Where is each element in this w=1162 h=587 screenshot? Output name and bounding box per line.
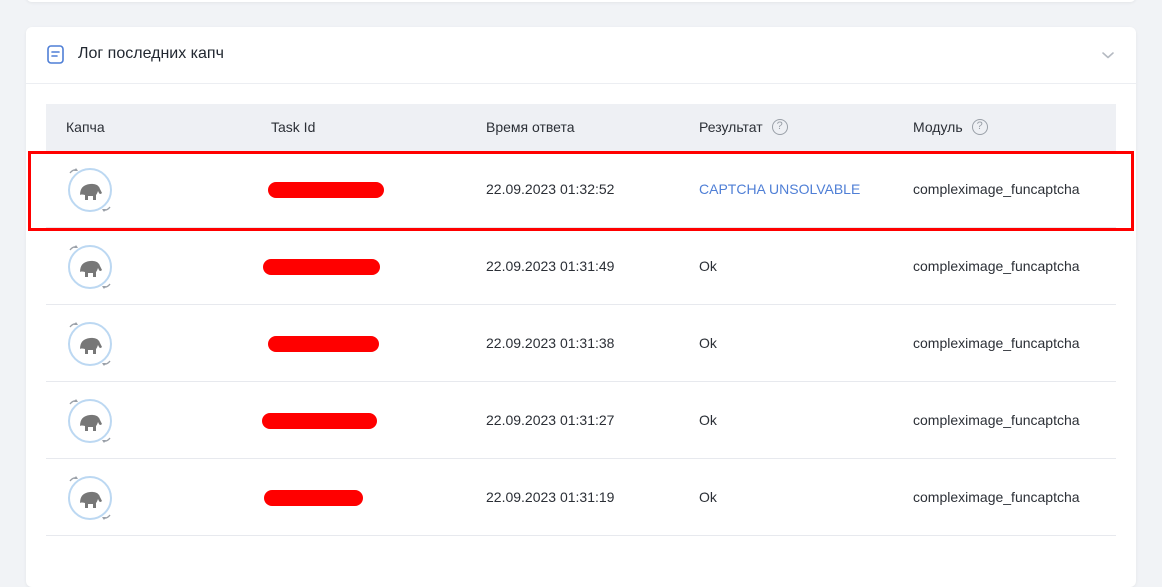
table-row[interactable]: 22.09.2023 01:31:38 Ok compleximage_func… — [46, 305, 1116, 382]
table-header: Капча Task Id Время ответа Результат ? М… — [46, 104, 1116, 151]
header-task-id: Task Id — [271, 119, 316, 135]
help-icon[interactable]: ? — [971, 119, 988, 135]
captcha-log-table: Капча Task Id Время ответа Результат ? М… — [46, 104, 1116, 536]
row-module: compleximage_funcaptcha — [913, 412, 1080, 428]
row-module: compleximage_funcaptcha — [913, 335, 1080, 351]
header-result: Результат ? — [699, 119, 788, 135]
help-icon[interactable]: ? — [771, 119, 788, 135]
row-result: Ok — [699, 412, 717, 428]
row-module: compleximage_funcaptcha — [913, 258, 1080, 274]
captcha-log-panel: Лог последних капч Капча Task Id Время о… — [26, 27, 1136, 587]
panel-header[interactable]: Лог последних капч — [26, 27, 1136, 84]
row-time: 22.09.2023 01:31:27 — [486, 412, 615, 428]
table-row[interactable]: 22.09.2023 01:31:27 Ok compleximage_func… — [46, 382, 1116, 459]
captcha-thumbnail-icon[interactable] — [64, 242, 118, 292]
header-response-time: Время ответа — [486, 119, 575, 135]
table-row[interactable]: 22.09.2023 01:31:49 Ok compleximage_func… — [46, 228, 1116, 305]
table-row[interactable]: 22.09.2023 01:31:19 Ok compleximage_func… — [46, 459, 1116, 536]
row-module: compleximage_funcaptcha — [913, 181, 1080, 197]
redacted-task-id — [268, 336, 379, 352]
row-result: Ok — [699, 489, 717, 505]
chevron-down-icon[interactable] — [1100, 47, 1116, 63]
row-module: compleximage_funcaptcha — [913, 489, 1080, 505]
row-result: Ok — [699, 335, 717, 351]
row-result[interactable]: CAPTCHA UNSOLVABLE — [699, 181, 860, 197]
row-time: 22.09.2023 01:31:38 — [486, 335, 615, 351]
panel-title: Лог последних капч — [78, 45, 224, 62]
row-result: Ok — [699, 258, 717, 274]
captcha-thumbnail-icon[interactable] — [64, 165, 118, 215]
captcha-thumbnail-icon[interactable] — [64, 319, 118, 369]
row-time: 22.09.2023 01:32:52 — [486, 181, 615, 197]
table-body: 22.09.2023 01:32:52 CAPTCHA UNSOLVABLE c… — [46, 151, 1116, 536]
redacted-task-id — [268, 182, 384, 198]
header-module: Модуль ? — [913, 119, 988, 135]
redacted-task-id — [264, 490, 363, 506]
row-time: 22.09.2023 01:31:19 — [486, 489, 615, 505]
header-captcha: Капча — [66, 119, 105, 135]
previous-card — [26, 0, 1136, 2]
captcha-thumbnail-icon[interactable] — [64, 396, 118, 446]
document-icon — [47, 45, 64, 64]
row-time: 22.09.2023 01:31:49 — [486, 258, 615, 274]
captcha-thumbnail-icon[interactable] — [64, 473, 118, 523]
redacted-task-id — [263, 259, 380, 275]
table-row[interactable]: 22.09.2023 01:32:52 CAPTCHA UNSOLVABLE c… — [46, 151, 1116, 228]
redacted-task-id — [262, 413, 377, 429]
